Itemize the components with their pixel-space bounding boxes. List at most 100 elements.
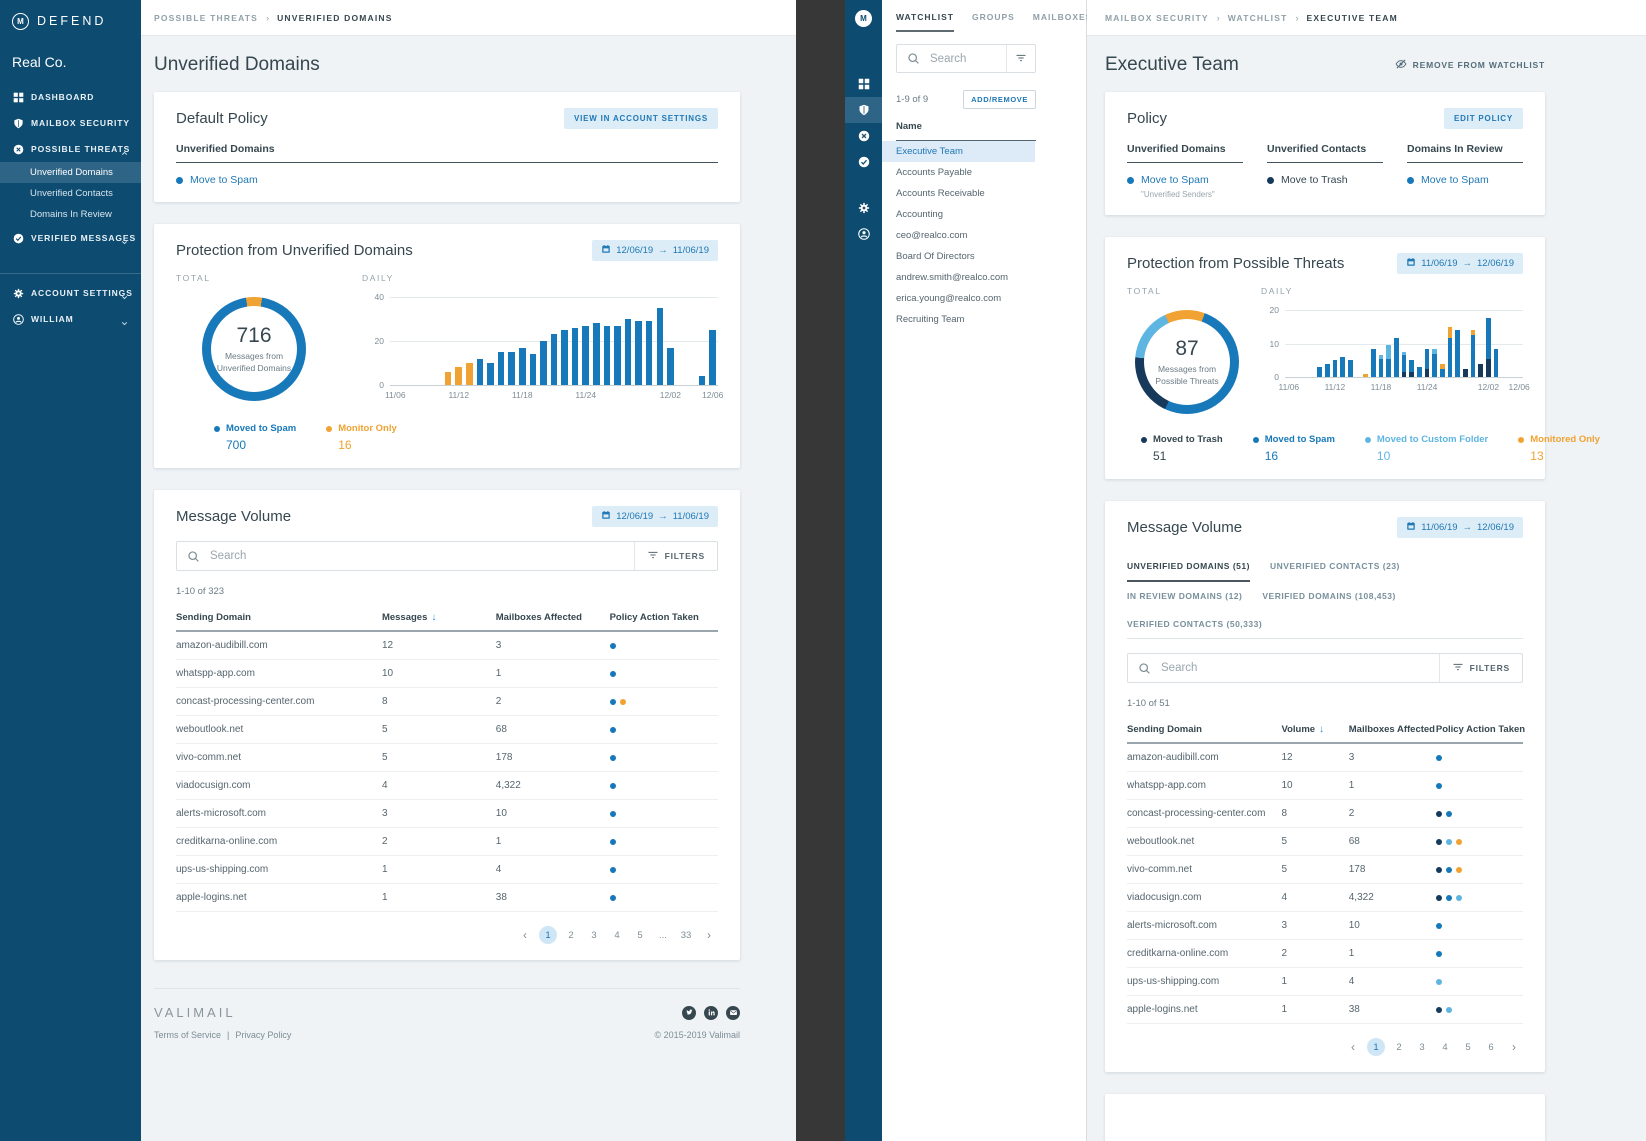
column-header-sending-domain[interactable]: Sending Domain [176,605,382,631]
sidebar-item-mailbox-security[interactable]: MAILBOX SECURITY [0,110,141,136]
rail-check-circle-icon[interactable] [845,149,882,175]
filters-button[interactable]: FILTERS [1439,654,1522,682]
tab-in-review-domains--12-[interactable]: IN REVIEW DOMAINS (12) [1127,582,1242,610]
tab-unverified-contacts--23-[interactable]: UNVERIFIED CONTACTS (23) [1270,552,1400,582]
table-row[interactable]: apple-logins.net138 [1127,996,1523,1024]
column-header-mailboxes-affected[interactable]: Mailboxes Affected [496,605,610,631]
watchlist-search-input[interactable] [928,52,1006,66]
table-row[interactable]: amazon-audibill.com123 [1127,743,1523,772]
sidebar-item-dashboard[interactable]: DASHBOARD [0,84,141,110]
watchlist-item[interactable]: Board Of Directors [882,246,1035,267]
pagination-page-...[interactable]: ... [654,926,672,944]
table-row[interactable]: ups-us-shipping.com14 [1127,968,1523,996]
email-icon[interactable] [726,1006,740,1020]
date-range-badge[interactable]: 11/06/19 → 12/06/19 [1397,253,1523,274]
tab-watchlist[interactable]: WATCHLIST [896,12,954,32]
tab-unverified-domains--51-[interactable]: UNVERIFIED DOMAINS (51) [1127,552,1250,582]
column-header-volume[interactable]: Volume↓ [1281,717,1348,743]
table-row[interactable]: ups-us-shipping.com14 [176,856,718,884]
watchlist-item[interactable]: andrew.smith@realco.com [882,267,1035,288]
breadcrumb-item[interactable]: POSSIBLE THREATS [154,13,258,23]
pagination-next[interactable]: › [1505,1038,1523,1056]
date-range-badge[interactable]: 12/06/19 → 11/06/19 [592,506,718,527]
search-input[interactable] [1159,661,1439,675]
watchlist-item[interactable]: Recruiting Team [882,309,1035,330]
column-header-sending-domain[interactable]: Sending Domain [1127,717,1281,743]
column-header-messages[interactable]: Messages↓ [382,605,496,631]
policy-action-link[interactable]: Move to Spam [1421,174,1489,186]
sidebar-subitem-domains-in-review[interactable]: Domains In Review [0,204,141,225]
watchlist-item[interactable]: Accounting [882,204,1035,225]
breadcrumb-item[interactable]: MAILBOX SECURITY [1105,13,1209,23]
table-row[interactable]: creditkarna-online.com21 [176,828,718,856]
rail-grid-icon[interactable] [845,71,882,97]
table-row[interactable]: weboutlook.net568 [1127,828,1523,856]
pagination-page-4[interactable]: 4 [1436,1038,1454,1056]
rail-gear-icon[interactable] [845,195,882,221]
tab-mailboxes[interactable]: MAILBOXES [1033,12,1093,32]
pagination-page-33[interactable]: 33 [677,926,695,944]
policy-action-link[interactable]: Move to Spam [190,174,258,186]
table-row[interactable]: vivo-comm.net5178 [1127,856,1523,884]
table-row[interactable]: alerts-microsoft.com310 [1127,912,1523,940]
filters-button[interactable]: FILTERS [634,542,717,570]
sidebar-item-william[interactable]: WILLIAM [0,306,141,332]
sidebar-subitem-unverified-contacts[interactable]: Unverified Contacts [0,183,141,204]
add-remove-button[interactable]: ADD/REMOVE [963,90,1036,109]
watchlist-item[interactable]: Executive Team [882,141,1035,162]
edit-policy-button[interactable]: EDIT POLICY [1444,108,1523,129]
remove-from-watchlist-button[interactable]: REMOVE FROM WATCHLIST [1395,58,1545,72]
column-header-policy-action-taken[interactable]: Policy Action Taken [610,605,718,631]
twitter-icon[interactable] [682,1006,696,1020]
rail-x-circle-icon[interactable] [845,123,882,149]
search-input[interactable] [208,549,634,563]
terms-link[interactable]: Terms of Service [154,1030,221,1040]
pagination-page-6[interactable]: 6 [1482,1038,1500,1056]
pagination-page-3[interactable]: 3 [1413,1038,1431,1056]
pagination-prev[interactable]: ‹ [516,926,534,944]
sidebar-item-account-settings[interactable]: ACCOUNT SETTINGS [0,280,141,306]
table-row[interactable]: viadocusign.com44,322 [1127,884,1523,912]
watchlist-item[interactable]: Accounts Receivable [882,183,1035,204]
tab-verified-domains--108,453-[interactable]: VERIFIED DOMAINS (108,453) [1262,582,1395,610]
tab-groups[interactable]: GROUPS [972,12,1015,32]
column-header-mailboxes-affected[interactable]: Mailboxes Affected [1349,717,1436,743]
pagination-page-2[interactable]: 2 [1390,1038,1408,1056]
sidebar-subitem-unverified-domains[interactable]: Unverified Domains [0,162,141,183]
view-in-account-settings-button[interactable]: VIEW IN ACCOUNT SETTINGS [564,108,718,129]
sidebar-item-possible-threats[interactable]: POSSIBLE THREATS [0,136,141,162]
table-row[interactable]: concast-processing-center.com82 [176,688,718,716]
linkedin-icon[interactable] [704,1006,718,1020]
table-row[interactable]: whatspp-app.com101 [1127,772,1523,800]
table-row[interactable]: weboutlook.net568 [176,716,718,744]
sidebar-item-verified-messages[interactable]: VERIFIED MESSAGES [0,225,141,251]
pagination-page-4[interactable]: 4 [608,926,626,944]
pagination-page-1[interactable]: 1 [539,926,557,944]
breadcrumb-item[interactable]: UNVERIFIED DOMAINS [277,13,393,23]
watchlist-item[interactable]: erica.young@realco.com [882,288,1035,309]
table-row[interactable]: viadocusign.com44,322 [176,772,718,800]
table-row[interactable]: creditkarna-online.com21 [1127,940,1523,968]
table-row[interactable]: amazon-audibill.com123 [176,631,718,660]
table-row[interactable]: apple-logins.net138 [176,884,718,912]
pagination-next[interactable]: › [700,926,718,944]
watchlist-item[interactable]: Accounts Payable [882,162,1035,183]
column-header-policy-action-taken[interactable]: Policy Action Taken [1436,717,1523,743]
breadcrumb-item[interactable]: EXECUTIVE TEAM [1306,13,1397,23]
policy-action-link[interactable]: Move to Trash [1281,174,1348,186]
table-row[interactable]: alerts-microsoft.com310 [176,800,718,828]
pagination-page-2[interactable]: 2 [562,926,580,944]
pagination-page-5[interactable]: 5 [631,926,649,944]
rail-person-icon[interactable] [845,221,882,247]
pagination-prev[interactable]: ‹ [1344,1038,1362,1056]
tab-verified-contacts--50,333-[interactable]: VERIFIED CONTACTS (50,333) [1127,610,1262,638]
date-range-badge[interactable]: 11/06/19 → 12/06/19 [1397,517,1523,538]
breadcrumb-item[interactable]: WATCHLIST [1228,13,1288,23]
pagination-page-5[interactable]: 5 [1459,1038,1477,1056]
rail-shield-icon[interactable] [845,97,882,123]
table-row[interactable]: vivo-comm.net5178 [176,744,718,772]
policy-action-link[interactable]: Move to Spam [1141,174,1209,186]
watchlist-item[interactable]: ceo@realco.com [882,225,1035,246]
pagination-page-1[interactable]: 1 [1367,1038,1385,1056]
pagination-page-3[interactable]: 3 [585,926,603,944]
